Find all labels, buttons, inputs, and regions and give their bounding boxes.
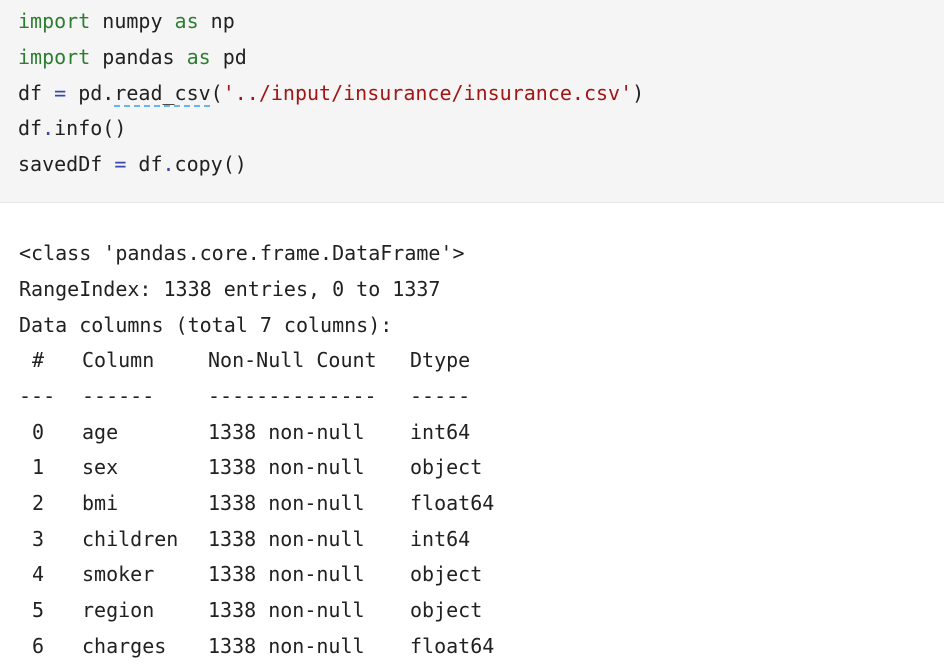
row-column: age <box>82 420 119 444</box>
row-dtype: object <box>410 598 483 622</box>
code-text: ) <box>632 81 645 105</box>
code-text: copy() <box>174 152 247 176</box>
separator-count: -------------- <box>208 384 377 408</box>
header-column: Column <box>82 348 155 372</box>
output-columns-line: Data columns (total 7 columns): <box>19 313 393 337</box>
header-count: Non-Null Count <box>208 348 377 372</box>
keyword: as <box>186 45 211 69</box>
operator: . <box>162 152 175 176</box>
row-index: 1 <box>32 455 45 479</box>
code-text: numpy <box>90 9 175 33</box>
cell-output: <class 'pandas.core.frame.DataFrame'> Ra… <box>0 204 944 660</box>
code-text: df <box>18 116 43 140</box>
row-count: 1338 non-null <box>208 527 365 551</box>
operator: = <box>54 81 67 105</box>
row-column: smoker <box>82 562 155 586</box>
row-dtype: object <box>410 562 483 586</box>
function-name[interactable]: read_csv <box>114 81 210 105</box>
row-index: 6 <box>32 634 45 658</box>
row-count: 1338 non-null <box>208 562 365 586</box>
separator-index: --- <box>19 384 56 408</box>
row-index: 5 <box>32 598 45 622</box>
code-line-1: import numpy as np <box>18 3 235 39</box>
row-column: bmi <box>82 491 119 515</box>
row-column: children <box>82 527 179 551</box>
operator: = <box>114 152 127 176</box>
separator-column: ------ <box>82 384 155 408</box>
row-column: sex <box>82 455 119 479</box>
row-index: 3 <box>32 527 45 551</box>
code-text: ( <box>210 81 223 105</box>
string-literal: '../input/insurance/insurance.csv' <box>222 81 633 105</box>
code-text: savedDf <box>18 152 115 176</box>
row-count: 1338 non-null <box>208 420 365 444</box>
code-text: df <box>18 81 55 105</box>
row-count: 1338 non-null <box>208 455 365 479</box>
row-index: 4 <box>32 562 45 586</box>
row-dtype: object <box>410 455 483 479</box>
row-column: region <box>82 598 155 622</box>
code-text: np <box>198 9 235 33</box>
row-index: 2 <box>32 491 45 515</box>
code-line-4: df.info() <box>18 110 126 146</box>
keyword: as <box>174 9 199 33</box>
row-dtype: float64 <box>410 634 495 658</box>
code-text: info() <box>54 116 127 140</box>
separator-dtype: ----- <box>410 384 471 408</box>
row-dtype: int64 <box>410 527 471 551</box>
row-count: 1338 non-null <box>208 598 365 622</box>
header-dtype: Dtype <box>410 348 471 372</box>
output-class-line: <class 'pandas.core.frame.DataFrame'> <box>19 241 465 265</box>
code-text: pd <box>210 45 247 69</box>
operator: . <box>42 116 55 140</box>
row-column: charges <box>82 634 167 658</box>
row-dtype: int64 <box>410 420 471 444</box>
code-line-5: savedDf = df.copy() <box>18 146 247 182</box>
keyword: import <box>18 45 91 69</box>
code-text: df <box>126 152 163 176</box>
row-count: 1338 non-null <box>208 634 365 658</box>
header-index: # <box>32 348 45 372</box>
row-index: 0 <box>32 420 45 444</box>
row-count: 1338 non-null <box>208 491 365 515</box>
code-text: pd. <box>66 81 115 105</box>
code-cell[interactable]: import numpy as np import pandas as pd d… <box>0 0 944 203</box>
keyword: import <box>18 9 91 33</box>
code-text: pandas <box>90 45 187 69</box>
row-dtype: float64 <box>410 491 495 515</box>
code-line-3: df = pd.read_csv('../input/insurance/ins… <box>18 75 644 111</box>
code-line-2: import pandas as pd <box>18 39 247 75</box>
output-range-line: RangeIndex: 1338 entries, 0 to 1337 <box>19 277 441 301</box>
